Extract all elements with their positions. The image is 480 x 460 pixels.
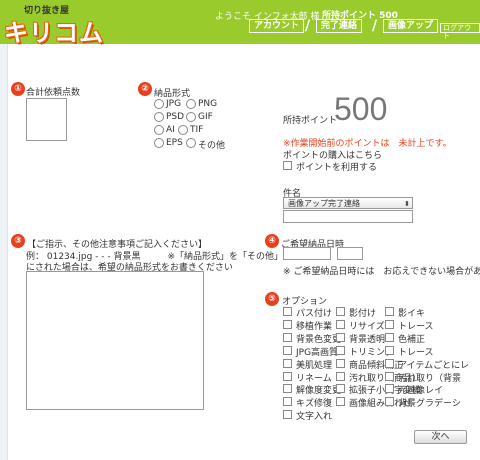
format-jpg-label: JPG <box>166 99 182 109</box>
option-label: 文字入れ <box>296 412 333 422</box>
format-ai-radio[interactable] <box>154 125 164 135</box>
option-checkbox[interactable] <box>385 320 394 329</box>
format-other-label: その他 <box>198 141 226 151</box>
option-label: 影付け <box>349 309 377 319</box>
option-label: キズ修復 <box>296 399 333 409</box>
logout-button[interactable]: ログアウト <box>440 23 480 40</box>
format-gif-label: GIF <box>198 112 213 122</box>
option-label: 背景グラデーシ <box>398 399 461 409</box>
step-2-badge: ② <box>138 82 152 96</box>
step-1-badge: ① <box>11 82 25 96</box>
option-label: トレース <box>398 348 434 358</box>
option-label: 色補正 <box>398 335 426 345</box>
format-eps-radio[interactable] <box>154 138 164 148</box>
chevron-down-icon: ⬍ <box>404 200 410 208</box>
header: 切り抜き屋 キリコム ようこそ インフォ太郎 様 所持ポイント 500 アカウン… <box>0 0 480 47</box>
format-eps-label: EPS <box>166 138 183 148</box>
points-label: 所持ポイント <box>283 116 338 126</box>
nav-upload-button[interactable]: 画像アップ <box>383 19 439 33</box>
nav-separator: / <box>372 18 378 34</box>
option-checkbox[interactable] <box>336 320 345 329</box>
option-checkbox[interactable] <box>283 410 292 419</box>
option-checkbox[interactable] <box>283 320 292 329</box>
next-button[interactable]: 次へ <box>414 430 467 444</box>
option-label: トレース <box>398 322 434 332</box>
option-checkbox[interactable] <box>385 333 394 342</box>
option-label: リサイズ <box>349 322 385 332</box>
format-ai-label: AI <box>166 125 175 135</box>
option-checkbox[interactable] <box>385 372 394 381</box>
option-label: 解像度変更 <box>296 386 342 396</box>
format-gif-radio[interactable] <box>186 112 196 122</box>
option-label: JPG高画質 <box>296 348 339 358</box>
step-5-badge: ⑤ <box>265 292 279 306</box>
nav-account-button[interactable]: アカウント <box>249 19 305 33</box>
delivery-date-input[interactable] <box>283 247 331 260</box>
instructions-textarea[interactable] <box>26 271 204 410</box>
format-psd-radio[interactable] <box>154 112 164 122</box>
option-checkbox[interactable] <box>385 307 394 316</box>
section2-label: 納品形式 <box>154 89 191 99</box>
subject-text-input[interactable] <box>283 210 413 223</box>
logo[interactable]: キリコム <box>4 13 104 48</box>
subject-select[interactable]: 画像アップ完了連絡 ⬍ <box>283 197 413 209</box>
option-label: 元画像レイ <box>398 386 444 396</box>
option-checkbox[interactable] <box>336 333 345 342</box>
use-points-label: ポイントを利用する <box>296 163 378 173</box>
nav-separator: / <box>305 18 311 34</box>
option-label: 移植作業 <box>296 322 333 332</box>
option-checkbox[interactable] <box>336 397 345 406</box>
format-tif-label: TIF <box>190 125 204 135</box>
option-checkbox[interactable] <box>283 359 292 368</box>
option-checkbox[interactable] <box>336 359 345 368</box>
option-checkbox[interactable] <box>283 346 292 355</box>
option-label: アイテムごとにレ <box>398 361 470 371</box>
option-checkbox[interactable] <box>385 384 394 393</box>
sidebar-strip <box>0 44 8 460</box>
option-label: 美肌処理 <box>296 361 333 371</box>
option-checkbox[interactable] <box>385 397 394 406</box>
nav-complete-button[interactable]: 完了連絡 <box>316 19 363 33</box>
option-label: パス付け <box>296 309 333 319</box>
format-png-radio[interactable] <box>186 99 196 109</box>
format-other-radio[interactable] <box>186 138 196 148</box>
option-checkbox[interactable] <box>385 359 394 368</box>
option-label: 背景透明 <box>349 335 386 345</box>
step-3-badge: ③ <box>11 234 25 248</box>
option-label: 背景色変更 <box>296 335 342 345</box>
points-value: 500 <box>334 91 388 127</box>
option-checkbox[interactable] <box>336 372 345 381</box>
option-checkbox[interactable] <box>385 346 394 355</box>
option-checkbox[interactable] <box>283 307 292 316</box>
use-points-checkbox[interactable] <box>283 161 292 170</box>
option-checkbox[interactable] <box>336 346 345 355</box>
format-png-label: PNG <box>198 99 218 109</box>
section4-note: ※ ご希望納品日時には お応えできない場合がありま <box>283 267 480 277</box>
option-checkbox[interactable] <box>283 384 292 393</box>
step-4-badge: ④ <box>265 234 279 248</box>
delivery-time-input[interactable] <box>337 247 363 260</box>
format-psd-label: PSD <box>166 112 185 122</box>
option-checkbox[interactable] <box>283 333 292 342</box>
total-count-input[interactable] <box>26 98 67 141</box>
option-checkbox[interactable] <box>283 372 292 381</box>
section1-label: 合計依頼点数 <box>26 88 81 98</box>
format-tif-radio[interactable] <box>178 125 188 135</box>
option-label: 影イキ <box>398 309 426 319</box>
option-checkbox[interactable] <box>336 307 345 316</box>
option-checkbox[interactable] <box>283 397 292 406</box>
option-checkbox[interactable] <box>336 384 345 393</box>
subject-select-value: 画像アップ完了連絡 <box>288 199 360 208</box>
format-jpg-radio[interactable] <box>154 99 164 109</box>
option-label: 商品傾斜補正 <box>349 361 404 371</box>
